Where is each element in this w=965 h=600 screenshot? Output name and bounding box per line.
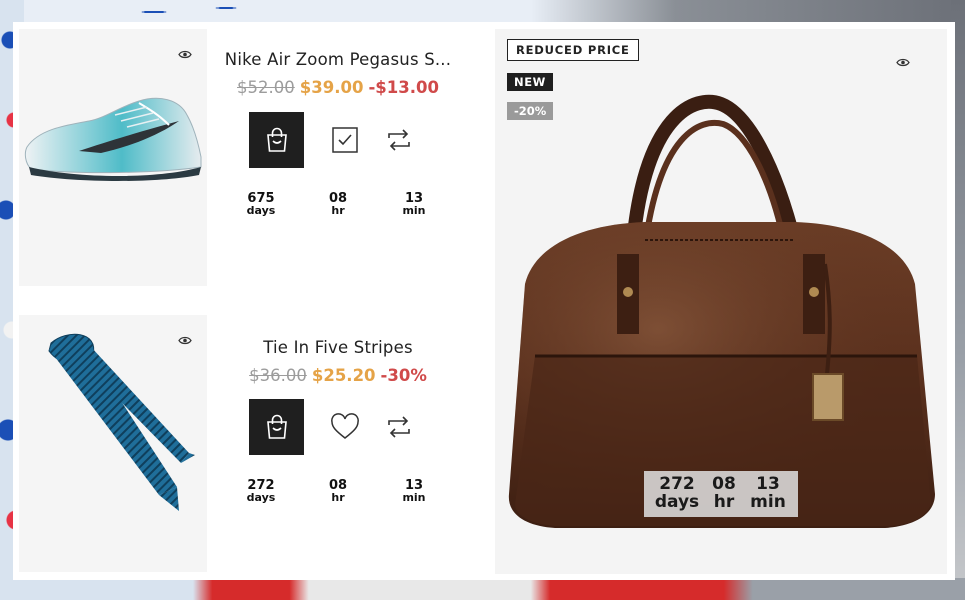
product-title[interactable]: Tie In Five Stripes	[213, 338, 463, 357]
heart-icon	[330, 413, 359, 439]
compare-button[interactable]	[371, 399, 426, 455]
old-price: $52.00	[237, 78, 295, 97]
add-to-wishlist-button[interactable]	[317, 399, 372, 455]
add-to-cart-button[interactable]	[249, 399, 304, 455]
shopping-bag-icon	[266, 414, 287, 439]
background-bottom-strip	[0, 578, 965, 600]
sale-price: $25.20	[311, 366, 376, 385]
shopping-bag-icon	[266, 127, 287, 152]
tie-image	[48, 333, 195, 511]
add-to-cart-button[interactable]	[249, 112, 304, 168]
countdown-hours: 08 hr	[328, 478, 348, 504]
featured-product[interactable]: REDUCED PRICE NEW -20% 272 days 08 hr 13…	[495, 29, 947, 574]
discount-percent: -30%	[380, 366, 427, 385]
sneaker-image	[24, 97, 202, 181]
price-row: $36.00 $25.20 -30%	[213, 366, 463, 385]
featured-countdown: 272 days 08 hr 13 min	[644, 471, 798, 517]
countdown-days: 272 days	[654, 474, 700, 512]
product-actions-1	[249, 112, 439, 168]
product-info-1: Nike Air Zoom Pegasus S... $52.00 $39.00-…	[213, 50, 463, 97]
product-actions-2	[249, 399, 439, 455]
countdown-hours: 08 hr	[328, 191, 348, 217]
countdown-minutes: 13 min	[402, 191, 426, 217]
price-row: $52.00 $39.00 -$13.00	[213, 78, 463, 97]
compare-button[interactable]	[371, 112, 426, 168]
deals-panel: Nike Air Zoom Pegasus S... $52.00 $39.00-…	[13, 22, 955, 580]
leather-bag-image	[508, 94, 935, 528]
wishlist-added-button[interactable]	[317, 112, 372, 168]
countdown-timer-2: 272 days 08 hr 13 min	[241, 479, 441, 509]
product-image-tie[interactable]	[19, 315, 207, 572]
countdown-days: 272 days	[246, 478, 276, 504]
old-price: $36.00	[249, 366, 307, 385]
eye-icon[interactable]	[896, 58, 910, 67]
countdown-days: 675 days	[246, 191, 276, 217]
checkbox-checked-icon	[331, 127, 358, 153]
countdown-minutes: 13 min	[402, 478, 426, 504]
sale-price: $39.00	[299, 78, 364, 97]
background-top-strip	[0, 0, 965, 24]
product-title[interactable]: Nike Air Zoom Pegasus S...	[213, 50, 463, 69]
countdown-hours: 08 hr	[712, 474, 736, 512]
countdown-minutes: 13 min	[750, 474, 786, 512]
compare-icon	[387, 129, 410, 151]
countdown-timer-1: 675 days 08 hr 13 min	[241, 192, 441, 222]
product-info-2: Tie In Five Stripes $36.00 $25.20 -30%	[213, 338, 463, 385]
product-image-sneaker[interactable]	[19, 29, 207, 286]
reduced-price-badge: REDUCED PRICE	[507, 39, 639, 61]
compare-icon	[387, 416, 410, 438]
discount-amount: -$13.00	[368, 78, 439, 97]
